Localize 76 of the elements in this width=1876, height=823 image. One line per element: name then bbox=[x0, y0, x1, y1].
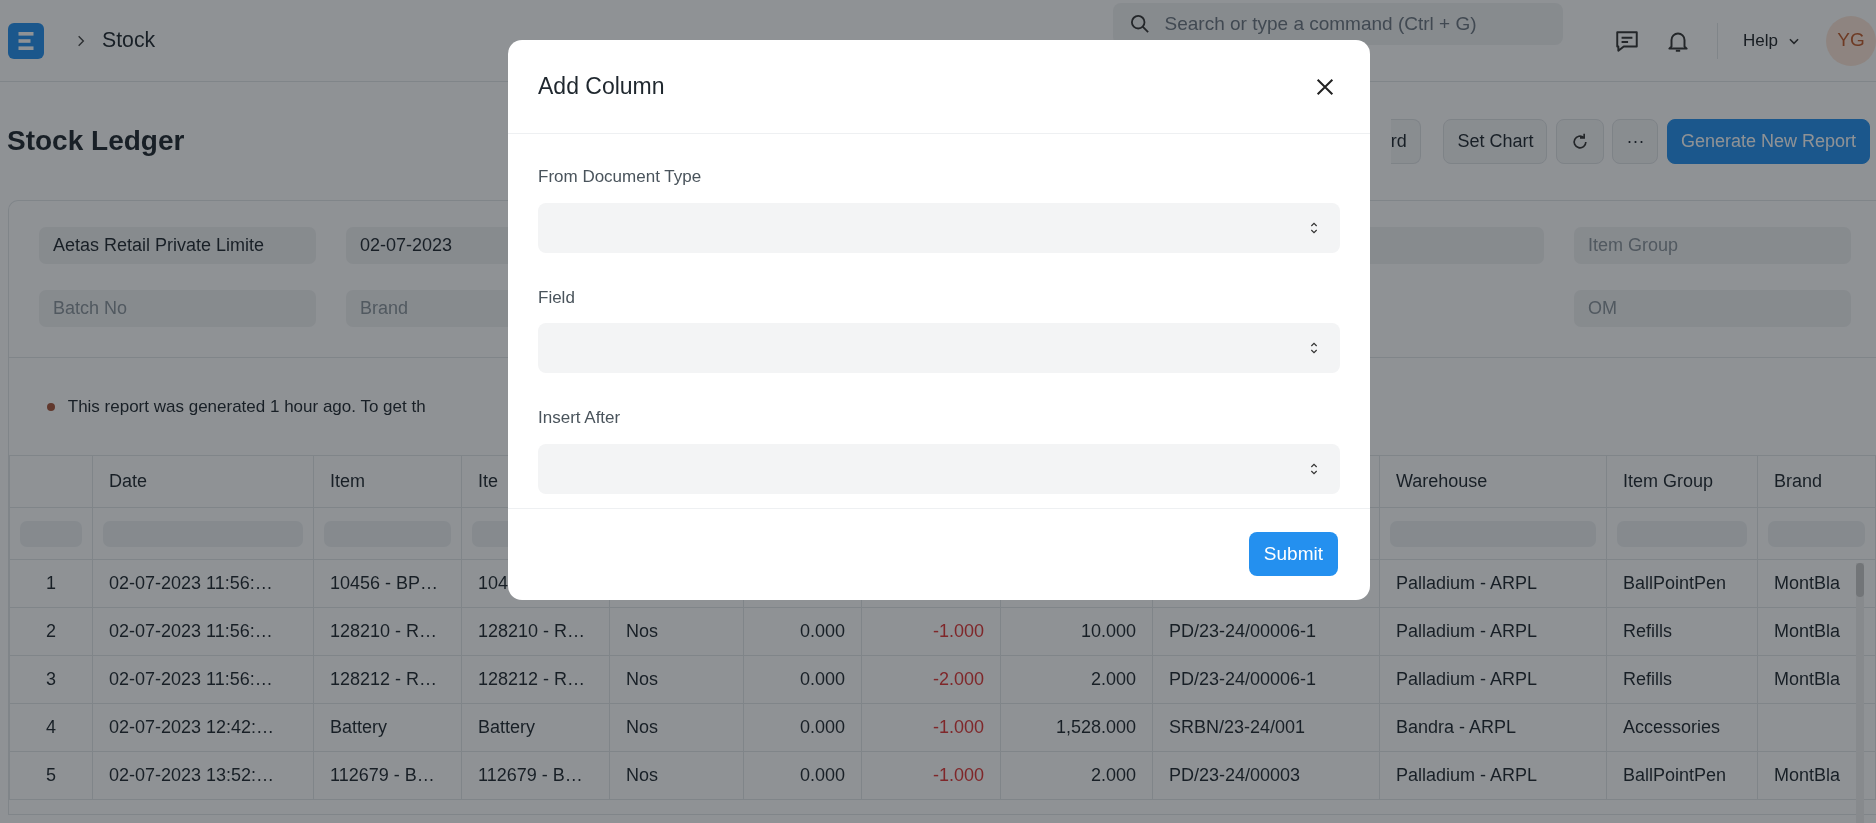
table-cell: Battery bbox=[313, 703, 462, 752]
refresh-button[interactable] bbox=[1555, 118, 1604, 164]
select-field[interactable] bbox=[538, 323, 1340, 373]
scroll-thumb[interactable] bbox=[1856, 563, 1864, 597]
status-dot bbox=[47, 402, 55, 411]
table-cell: Palladium - ARPL bbox=[1379, 607, 1607, 656]
help-menu[interactable]: Help bbox=[1743, 27, 1801, 54]
table-cell: 128210 - R… bbox=[461, 607, 610, 656]
table-cell: SRBN/23-24/001 bbox=[1152, 703, 1380, 752]
table-cell: 10456 - BP… bbox=[313, 559, 462, 608]
column-header[interactable]: Item bbox=[313, 455, 462, 508]
table-cell: Nos bbox=[609, 655, 744, 704]
table-cell: 02-07-2023 11:56:… bbox=[92, 655, 314, 704]
table-cell: 0.000 bbox=[743, 655, 862, 704]
search-field[interactable]: Search or type a command (Ctrl + G) bbox=[1112, 3, 1563, 45]
select-field[interactable] bbox=[538, 443, 1340, 494]
table-cell: -2.000 bbox=[861, 655, 1001, 704]
table-cell: Accessories bbox=[1606, 703, 1758, 752]
row-number: 4 bbox=[9, 703, 93, 752]
table-cell: Refills bbox=[1606, 607, 1758, 656]
table-cell: 2.000 bbox=[1000, 751, 1153, 800]
table-cell: 128210 - R… bbox=[313, 607, 462, 656]
column-header[interactable]: Warehouse bbox=[1379, 455, 1607, 508]
row-number: 3 bbox=[9, 655, 93, 704]
breadcrumb-link[interactable]: Stock bbox=[102, 24, 156, 57]
logo-icon[interactable] bbox=[8, 22, 44, 59]
table-cell: 02-07-2023 11:56:… bbox=[92, 559, 314, 608]
field-label: From Document Type bbox=[538, 166, 703, 188]
table-cell: 0.000 bbox=[743, 703, 862, 752]
toolbar-button[interactable]: rd bbox=[1390, 118, 1421, 164]
table-cell: 10.000 bbox=[1000, 607, 1153, 656]
table-cell: PD/23-24/00006-1 bbox=[1152, 655, 1380, 704]
table-cell: PD/23-24/00003 bbox=[1152, 751, 1380, 800]
field-label: Insert After bbox=[538, 407, 622, 429]
table-cell: 02-07-2023 12:42:… bbox=[92, 703, 314, 752]
table-cell: 112679 - B… bbox=[313, 751, 462, 800]
table-cell: -1.000 bbox=[861, 607, 1001, 656]
table-cell: 1,528.000 bbox=[1000, 703, 1153, 752]
table-cell: Palladium - ARPL bbox=[1379, 655, 1607, 704]
table-cell: PD/23-24/00006-1 bbox=[1152, 607, 1380, 656]
filter-field[interactable]: Aetas Retail Private Limite bbox=[39, 227, 316, 264]
table-cell: Palladium - ARPL bbox=[1379, 559, 1607, 608]
table-cell: Palladium - ARPL bbox=[1379, 751, 1607, 800]
user-avatar[interactable]: YG bbox=[1826, 15, 1876, 66]
page-title: Stock Ledger bbox=[7, 124, 185, 158]
column-header[interactable]: Date bbox=[92, 455, 314, 508]
table-cell: 2.000 bbox=[1000, 655, 1153, 704]
toolbar-button[interactable]: ··· bbox=[1612, 118, 1659, 164]
table-cell: Nos bbox=[609, 607, 744, 656]
table-cell: 0.000 bbox=[743, 607, 862, 656]
table-cell: 128212 - R… bbox=[313, 655, 462, 704]
row-number: 1 bbox=[9, 559, 93, 608]
search-icon bbox=[1130, 15, 1149, 33]
table-cell: 112679 - B… bbox=[461, 751, 610, 800]
row-number: 5 bbox=[9, 751, 93, 800]
table-cell: 128212 - R… bbox=[461, 655, 610, 704]
table-cell: Refills bbox=[1606, 655, 1758, 704]
dialog-title: Add Column bbox=[538, 72, 665, 101]
table-cell: Battery bbox=[461, 703, 610, 752]
table-cell: -1.000 bbox=[861, 751, 1001, 800]
table-cell: 02-07-2023 11:56:… bbox=[92, 607, 314, 656]
table-cell: BallPointPen bbox=[1606, 751, 1758, 800]
submit-button[interactable]: Submit bbox=[1248, 532, 1338, 576]
table-cell: 0.000 bbox=[743, 751, 862, 800]
report-notice: This report was generated 1 hour ago. To get th bbox=[67, 395, 426, 418]
table-cell: -1.000 bbox=[861, 703, 1001, 752]
row-number: 2 bbox=[9, 607, 93, 656]
column-header[interactable]: Brand bbox=[1757, 455, 1876, 508]
column-header[interactable]: Item Group bbox=[1606, 455, 1758, 508]
table-cell: Nos bbox=[609, 703, 744, 752]
table-cell: 02-07-2023 13:52:… bbox=[92, 751, 314, 800]
table-cell: Bandra - ARPL bbox=[1379, 703, 1607, 752]
select-field[interactable] bbox=[538, 202, 1340, 253]
toolbar-button[interactable]: Set Chart bbox=[1443, 118, 1548, 164]
table-cell: Nos bbox=[609, 751, 744, 800]
table-cell: BallPointPen bbox=[1606, 559, 1758, 608]
